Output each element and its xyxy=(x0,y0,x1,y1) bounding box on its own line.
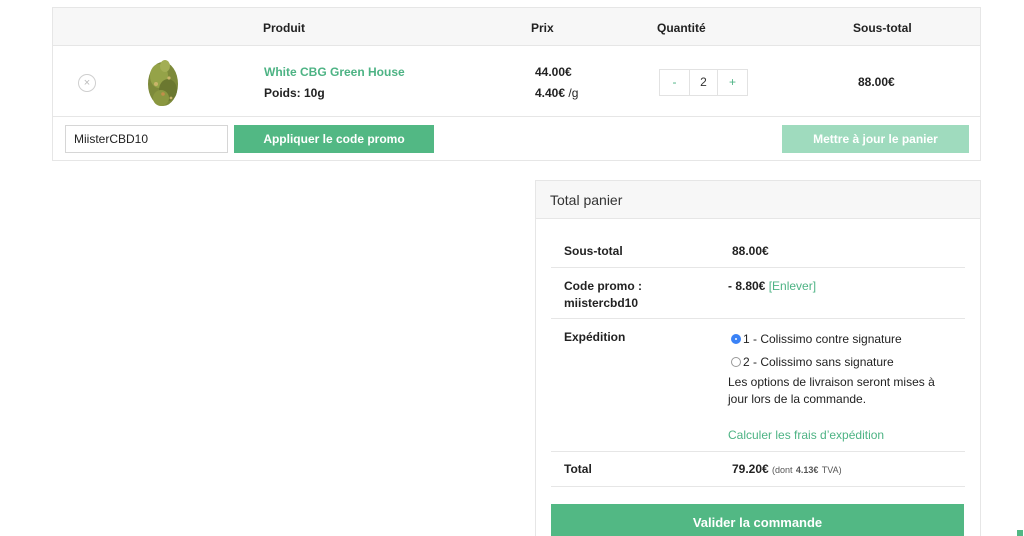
quantity-increase-button[interactable]: + xyxy=(718,70,747,95)
remove-promo-link[interactable]: [Enlever] xyxy=(769,279,816,293)
total-value: 79.20€ (dont 4.13€ TVA) xyxy=(732,462,842,476)
checkout-button[interactable]: Valider la commande xyxy=(551,504,964,536)
shipping-option-1[interactable]: 1 - Colissimo contre signature xyxy=(731,331,902,348)
totals-shipping-row: Expédition 1 - Colissimo contre signatur… xyxy=(551,319,965,452)
shipping-note: Les options de livraison seront mises àj… xyxy=(728,375,935,406)
line-subtotal: 88.00€ xyxy=(858,75,895,89)
subtotal-value: 88.00€ xyxy=(732,244,769,258)
radio-checked-icon[interactable] xyxy=(731,334,741,344)
totals-promo-row: Code promo : miistercbd10 - 8.80€ [Enleve… xyxy=(551,268,965,319)
cart-table-header: Produit Prix Quantité Sous-total xyxy=(53,8,980,46)
quantity-decrease-button[interactable]: - xyxy=(660,70,689,95)
cart-table: Produit Prix Quantité Sous-total × White… xyxy=(52,7,981,161)
calculate-shipping-link[interactable]: Calculer les frais d’expédition xyxy=(728,427,884,444)
header-product: Produit xyxy=(263,21,305,35)
cart-totals-title: Total panier xyxy=(536,181,980,219)
total-label: Total xyxy=(564,462,592,476)
totals-total-row: Total 79.20€ (dont 4.13€ TVA) xyxy=(551,452,965,487)
header-quantity: Quantité xyxy=(657,21,706,35)
product-unit-price: 4.40€ /g xyxy=(535,86,579,100)
apply-coupon-button[interactable]: Appliquer le code promo xyxy=(234,125,434,153)
quantity-input[interactable]: 2 xyxy=(689,70,718,95)
product-price: 44.00€ xyxy=(535,65,572,79)
product-name-link[interactable]: White CBG Green House xyxy=(264,65,405,79)
subtotal-label: Sous-total xyxy=(564,244,623,258)
coupon-input[interactable] xyxy=(65,125,228,153)
product-weight: Poids: 10g xyxy=(264,86,325,100)
quantity-stepper: - 2 + xyxy=(659,69,748,96)
shipping-label: Expédition xyxy=(564,330,626,344)
header-subtotal: Sous-total xyxy=(853,21,912,35)
header-price: Prix xyxy=(531,21,554,35)
chat-widget-edge[interactable] xyxy=(1017,530,1023,536)
remove-item-button[interactable]: × xyxy=(78,74,96,92)
promo-value: - 8.80€ [Enlever] xyxy=(728,279,817,293)
shipping-option-2[interactable]: 2 - Colissimo sans signature xyxy=(731,354,894,371)
update-cart-button[interactable]: Mettre à jour le panier xyxy=(782,125,969,153)
close-icon: × xyxy=(83,77,91,89)
totals-subtotal-row: Sous-total 88.00€ xyxy=(551,235,965,268)
product-thumbnail[interactable] xyxy=(141,54,185,110)
cart-totals-panel: Total panier Sous-total 88.00€ Code prom… xyxy=(535,180,981,536)
radio-unchecked-icon[interactable] xyxy=(731,357,741,367)
divider xyxy=(53,116,980,117)
promo-label: Code promo : miistercbd10 xyxy=(564,279,642,310)
